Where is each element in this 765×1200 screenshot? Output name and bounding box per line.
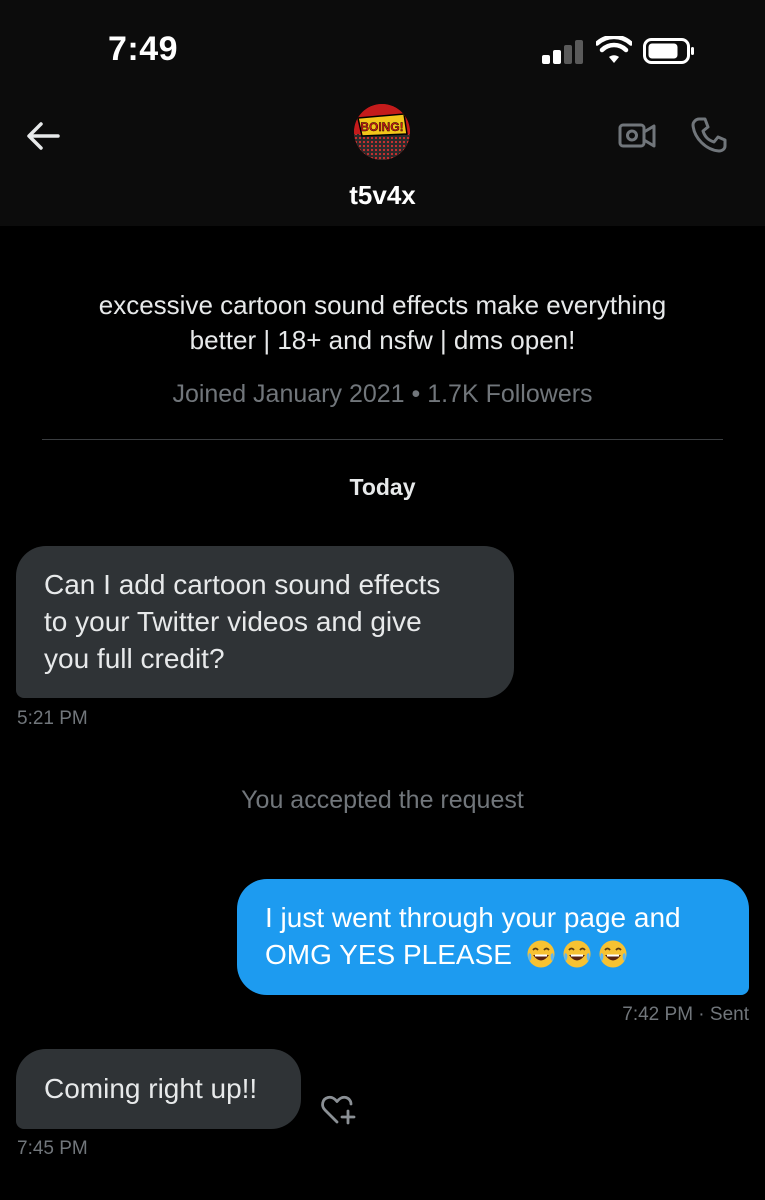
status-bar: 7:49 [0, 0, 765, 100]
message-text: OMG YES PLEASE [265, 939, 512, 970]
profile-bio: excessive cartoon sound effects make eve… [0, 288, 765, 358]
bio-line: better | 18+ and nsfw | dms open! [189, 325, 576, 355]
message-bubble-incoming[interactable]: Can I add cartoon sound effects to your … [16, 546, 514, 698]
message-timestamp: 7:45 PM [17, 1138, 88, 1159]
message-text: Can I add cartoon sound effects [44, 569, 441, 600]
date-label: Today [349, 474, 416, 500]
message-text: I just went through your page and [265, 902, 681, 933]
wifi-icon [596, 36, 632, 63]
laughing-emoji-icon [527, 940, 555, 968]
message-timestamp: 7:42 PM · Sent [622, 1004, 749, 1025]
message-text: you full credit? [44, 643, 225, 674]
message-text: to your Twitter videos and give [44, 606, 422, 637]
system-message: You accepted the request [241, 786, 524, 814]
cellular-signal-icon [542, 40, 584, 64]
status-time: 7:49 [108, 30, 179, 68]
bio-line: excessive cartoon sound effects make eve… [98, 290, 667, 320]
message-bubble-outgoing[interactable]: I just went through your page and OMG YE… [237, 879, 749, 995]
message-timestamp: 5:21 PM [17, 708, 88, 729]
laughing-emoji-icon [563, 940, 591, 968]
conversation-header: BOING! t5v4x [0, 100, 765, 226]
phone-icon[interactable] [690, 116, 728, 154]
message-text: Coming right up!! [44, 1073, 258, 1104]
avatar-logo-text: BOING! [360, 120, 403, 134]
video-call-icon[interactable] [617, 118, 657, 152]
back-arrow-icon[interactable] [24, 118, 64, 154]
battery-icon [643, 38, 694, 64]
divider [42, 439, 723, 440]
laughing-emoji-icon [599, 940, 627, 968]
avatar[interactable]: BOING! [354, 104, 410, 160]
message-bubble-incoming[interactable]: Coming right up!! [16, 1049, 301, 1129]
add-reaction-heart-icon[interactable] [320, 1092, 358, 1126]
profile-meta: Joined January 2021 • 1.7K Followers [172, 380, 593, 408]
conversation-username[interactable]: t5v4x [0, 180, 765, 211]
